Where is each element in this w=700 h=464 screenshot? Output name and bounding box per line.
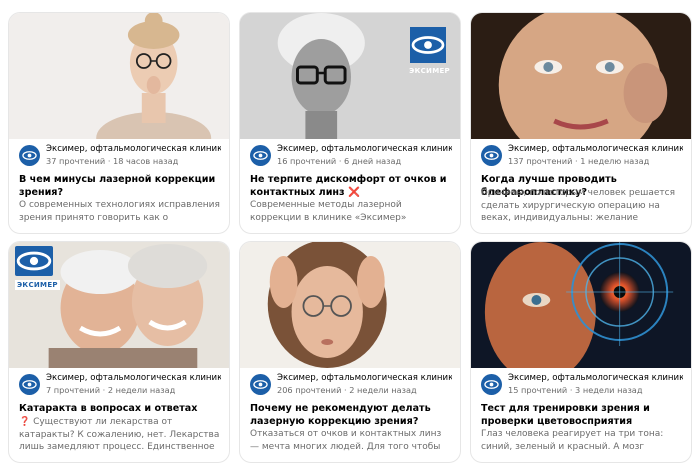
article-image: ЭКСИМЕР (9, 242, 229, 368)
article-stats: 37 прочтений · 18 часов назад (46, 156, 179, 166)
channel-name[interactable]: Эксимер, офтальмологическая клиника (508, 373, 683, 383)
article-title[interactable]: В чем минусы лазерной коррекции зрения? (19, 174, 221, 199)
article-card[interactable]: Эксимер, офтальмологическая клиника 37 п… (8, 12, 230, 234)
article-image (471, 13, 691, 139)
brand-logo-badge (15, 246, 53, 276)
article-card[interactable]: ЭКСИМЕР Эксимер, офтальмологическая клин… (8, 241, 230, 463)
article-image: ЭКСИМЕР (240, 13, 460, 139)
article-snippet: ❓ Существуют ли лекарства от катаракты? … (19, 417, 220, 452)
article-snippet: О современных технологиях исправления зр… (19, 200, 220, 223)
article-title[interactable]: Тест для тренировки зрения и проверки цв… (481, 403, 683, 428)
brand-logo-text: ЭКСИМЕР (15, 280, 60, 290)
channel-name[interactable]: Эксимер, офтальмологическая клиника (46, 373, 221, 383)
article-snippet: Глаз человека реагирует на три тона: син… (481, 429, 664, 452)
article-meta: Эксимер, офтальмологическая клиника 7 пр… (19, 373, 221, 399)
article-card[interactable]: Эксимер, офтальмологическая клиника 206 … (239, 241, 461, 463)
article-stats: 15 прочтений · 3 недели назад (508, 385, 643, 395)
article-card[interactable]: Эксимер, офтальмологическая клиника 137 … (470, 12, 692, 234)
article-meta: Эксимер, офтальмологическая клиника 137 … (481, 144, 683, 170)
channel-avatar[interactable] (250, 145, 271, 166)
article-image (471, 242, 691, 368)
article-stats: 7 прочтений · 2 недели назад (46, 385, 176, 395)
brand-logo-text: ЭКСИМЕР (409, 67, 450, 75)
article-snippet: Отказаться от очков и контактных линз — … (250, 429, 442, 452)
article-meta: Эксимер, офтальмологическая клиника 16 п… (250, 144, 452, 170)
article-stats: 206 прочтений · 2 недели назад (277, 385, 417, 395)
article-card[interactable]: Эксимер, офтальмологическая клиника 15 п… (470, 241, 692, 463)
channel-name[interactable]: Эксимер, офтальмологическая клиника (277, 373, 452, 383)
article-stats: 16 прочтений · 6 дней назад (277, 156, 402, 166)
channel-avatar[interactable] (481, 374, 502, 395)
channel-name[interactable]: Эксимер, офтальмологическая клиника (508, 144, 683, 154)
article-snippet: Причины, по которым человек решается сде… (481, 188, 676, 223)
channel-avatar[interactable] (19, 374, 40, 395)
channel-avatar[interactable] (250, 374, 271, 395)
article-image (9, 13, 229, 139)
article-card[interactable]: ЭКСИМЕР Эксимер, офтальмологическая клин… (239, 12, 461, 234)
article-title[interactable]: Почему не рекомендуют делать лазерную ко… (250, 403, 452, 428)
article-image (240, 242, 460, 368)
article-title[interactable]: Катаракта в вопросах и ответах (19, 403, 221, 416)
article-meta: Эксимер, офтальмологическая клиника 37 п… (19, 144, 221, 170)
channel-name[interactable]: Эксимер, офтальмологическая клиника (46, 144, 221, 154)
article-stats: 137 прочтений · 1 неделю назад (508, 156, 650, 166)
article-meta: Эксимер, офтальмологическая клиника 206 … (250, 373, 452, 399)
channel-avatar[interactable] (481, 145, 502, 166)
channel-avatar[interactable] (19, 145, 40, 166)
channel-name[interactable]: Эксимер, офтальмологическая клиника (277, 144, 452, 154)
article-title[interactable]: Не терпите дискомфорт от очков и контакт… (250, 174, 452, 199)
article-meta: Эксимер, офтальмологическая клиника 15 п… (481, 373, 683, 399)
brand-logo-badge (410, 27, 446, 63)
article-snippet: Современные методы лазерной коррекции в … (250, 200, 407, 223)
